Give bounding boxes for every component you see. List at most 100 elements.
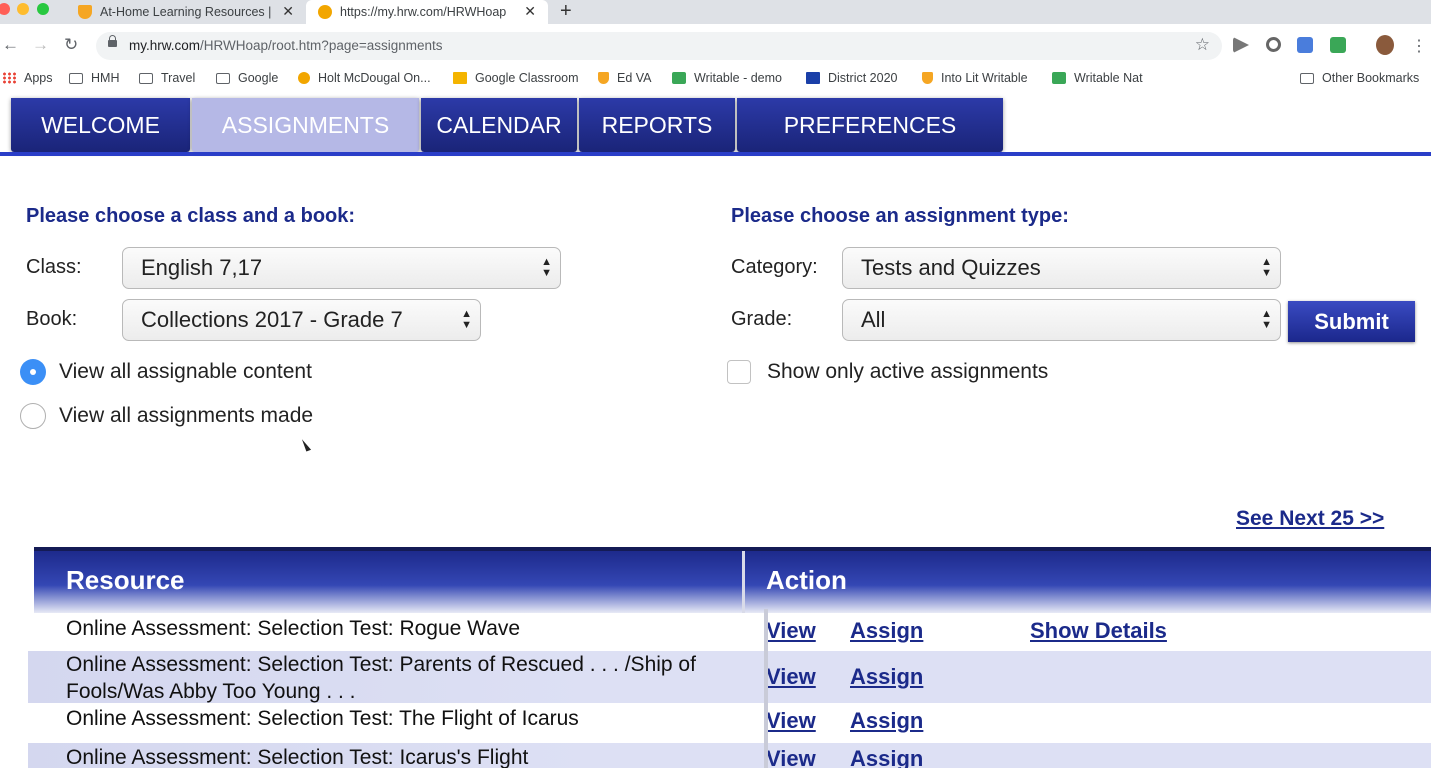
- maximize-window-button[interactable]: [37, 3, 49, 15]
- folder-icon: [1300, 72, 1314, 84]
- header-divider: [742, 551, 745, 613]
- book-select[interactable]: Collections 2017 - Grade 7 ▲ ▼: [122, 299, 481, 341]
- close-tab-icon[interactable]: ✕: [524, 3, 536, 20]
- resource-title: Online Assessment: Selection Test: Paren…: [66, 653, 696, 703]
- extension-circle-icon[interactable]: [1266, 37, 1281, 52]
- browser-menu-icon[interactable]: ⋮: [1411, 36, 1427, 56]
- table-row: Online Assessment: Selection Test: Rogue…: [28, 611, 1431, 651]
- grade-select[interactable]: All ▲ ▼: [842, 299, 1281, 341]
- mouse-cursor-icon: [301, 437, 312, 452]
- assignment-type-heading: Please choose an assignment type:: [731, 205, 1069, 227]
- tab-title: https://my.hrw.com/HRWHoap: [340, 5, 507, 19]
- folder-icon: [69, 72, 83, 84]
- translate-extension-icon[interactable]: [1297, 37, 1313, 53]
- forward-arrow-icon[interactable]: →: [32, 35, 49, 55]
- profile-avatar[interactable]: [1376, 35, 1394, 55]
- folder-icon: [216, 72, 230, 84]
- view-link[interactable]: View: [766, 708, 816, 734]
- radio-assignments-made-label: View all assignments made: [59, 404, 314, 427]
- select-arrows-icon: ▲ ▼: [1261, 256, 1272, 279]
- table-row: Online Assessment: Selection Test: Icaru…: [28, 743, 1431, 768]
- classroom-extension-icon[interactable]: [1330, 37, 1346, 53]
- reload-icon[interactable]: ↻: [64, 35, 78, 55]
- bookmark-ed-va[interactable]: Ed VA: [598, 71, 652, 85]
- action-column-header: Action: [766, 565, 847, 595]
- resource-title: Online Assessment: Selection Test: Rogue…: [66, 617, 521, 640]
- browser-tab-bar: At-Home Learning Resources | ✕ https://m…: [0, 0, 1431, 24]
- classroom-icon: [453, 72, 467, 84]
- active-assignments-checkbox[interactable]: [727, 360, 751, 384]
- bookmark-google[interactable]: Google: [216, 71, 278, 85]
- grade-label: Grade:: [731, 308, 793, 330]
- nav-reports[interactable]: REPORTS: [579, 98, 735, 152]
- table-row: Online Assessment: Selection Test: The F…: [28, 703, 1431, 743]
- nav-divider: [0, 152, 1431, 156]
- shield-favicon-icon: [922, 72, 933, 84]
- assign-link[interactable]: Assign: [850, 664, 923, 690]
- resource-title: Online Assessment: Selection Test: Icaru…: [66, 746, 529, 768]
- view-link[interactable]: View: [766, 618, 816, 644]
- resource-title: Online Assessment: Selection Test: The F…: [66, 707, 579, 730]
- circle-favicon-icon: [298, 72, 310, 84]
- category-select-value: Tests and Quizzes: [861, 255, 1041, 280]
- extension-play-icon[interactable]: [1233, 37, 1249, 53]
- bookmark-writable-nat[interactable]: Writable Nat: [1052, 71, 1143, 85]
- assign-link[interactable]: Assign: [850, 618, 923, 644]
- minimize-window-button[interactable]: [17, 3, 29, 15]
- close-tab-icon[interactable]: ✕: [282, 3, 294, 20]
- select-arrows-icon: ▲ ▼: [1261, 308, 1272, 331]
- book-select-value: Collections 2017 - Grade 7: [141, 307, 403, 332]
- radio-assignable-content[interactable]: [20, 359, 46, 385]
- address-bar[interactable]: my.hrw.com/HRWHoap/root.htm?page=assignm…: [96, 32, 1222, 60]
- class-select[interactable]: English 7,17 ▲ ▼: [122, 247, 561, 289]
- view-link[interactable]: View: [766, 664, 816, 690]
- tab-title: At-Home Learning Resources |: [100, 5, 272, 19]
- resource-table: Resource Action Online Assessment: Selec…: [28, 545, 1431, 768]
- radio-assignments-made[interactable]: [20, 403, 46, 429]
- book-label: Book:: [26, 308, 78, 330]
- nav-preferences[interactable]: PREFERENCES: [737, 98, 1003, 152]
- assign-link[interactable]: Assign: [850, 708, 923, 734]
- see-next-link[interactable]: See Next 25 >>: [1236, 507, 1384, 531]
- nav-welcome[interactable]: WELCOME: [11, 98, 190, 152]
- assign-link[interactable]: Assign: [850, 746, 923, 768]
- category-select[interactable]: Tests and Quizzes ▲ ▼: [842, 247, 1281, 289]
- view-link[interactable]: View: [766, 746, 816, 768]
- bookmark-google-classroom[interactable]: Google Classroom: [453, 71, 579, 85]
- writable-icon: [672, 72, 686, 84]
- bookmark-hmh[interactable]: HMH: [69, 71, 119, 85]
- shield-favicon-icon: [78, 5, 92, 19]
- select-arrows-icon: ▲ ▼: [541, 256, 552, 279]
- back-arrow-icon[interactable]: ←: [2, 35, 19, 55]
- class-select-value: English 7,17: [141, 255, 263, 280]
- bookmark-star-icon[interactable]: ☆: [1195, 35, 1210, 55]
- radio-assignable-content-label: View all assignable content: [59, 360, 312, 383]
- bookmark-holt-mcdougal[interactable]: Holt McDougal On...: [298, 71, 431, 85]
- bookmark-travel[interactable]: Travel: [139, 71, 195, 85]
- bookmark-writable-demo[interactable]: Writable - demo: [672, 71, 782, 85]
- grade-select-value: All: [861, 307, 886, 332]
- url-text[interactable]: my.hrw.com/HRWHoap/root.htm?page=assignm…: [129, 38, 443, 53]
- select-arrows-icon: ▲ ▼: [461, 308, 472, 331]
- main-nav: WELCOME ASSIGNMENTS CALENDAR REPORTS PRE…: [0, 90, 1431, 156]
- class-book-heading: Please choose a class and a book:: [26, 205, 356, 227]
- category-label: Category:: [731, 256, 818, 278]
- circle-favicon-icon: [318, 5, 332, 19]
- show-details-link[interactable]: Show Details: [1030, 618, 1167, 644]
- browser-tab[interactable]: At-Home Learning Resources | ✕: [66, 0, 306, 24]
- resource-column-header: Resource: [66, 565, 185, 595]
- new-tab-icon[interactable]: +: [560, 0, 572, 22]
- bookmark-apps[interactable]: Apps: [2, 71, 53, 85]
- table-header: Resource Action: [34, 547, 1431, 613]
- bookmark-into-lit-writable[interactable]: Into Lit Writable: [922, 71, 1028, 85]
- submit-button[interactable]: Submit: [1288, 301, 1415, 342]
- class-label: Class:: [26, 256, 82, 278]
- nav-calendar[interactable]: CALENDAR: [421, 98, 577, 152]
- browser-tab-active[interactable]: https://my.hrw.com/HRWHoap ✕: [306, 0, 548, 24]
- folder-icon: [139, 72, 153, 84]
- close-window-button[interactable]: [0, 3, 10, 15]
- shield-favicon-icon: [598, 72, 609, 84]
- bookmark-district-2020[interactable]: District 2020: [806, 71, 897, 85]
- other-bookmarks[interactable]: Other Bookmarks: [1300, 71, 1419, 85]
- nav-assignments[interactable]: ASSIGNMENTS: [192, 98, 419, 152]
